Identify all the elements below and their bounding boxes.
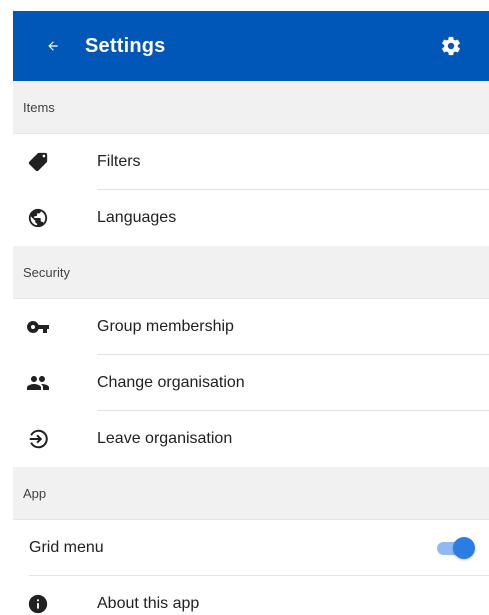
- key-icon: [26, 315, 50, 339]
- settings-item-grid-menu[interactable]: Grid menu: [13, 520, 489, 576]
- grid-menu-toggle[interactable]: [433, 537, 475, 559]
- toggle-thumb: [453, 537, 475, 559]
- settings-item-about[interactable]: About this app: [13, 576, 489, 615]
- people-icon: [26, 371, 50, 395]
- logout-circle-icon: [26, 427, 50, 451]
- settings-item-languages[interactable]: Languages: [13, 190, 489, 246]
- section-header-items: Items: [13, 81, 489, 134]
- back-button[interactable]: [39, 32, 67, 60]
- settings-item-group-membership[interactable]: Group membership: [13, 299, 489, 355]
- gear-icon: [442, 36, 460, 56]
- tag-icon: [26, 150, 50, 174]
- settings-item-label: Grid menu: [29, 539, 104, 556]
- settings-item-label: About this app: [97, 595, 200, 612]
- settings-item-label: Group membership: [97, 318, 234, 335]
- arrow-left-icon: [48, 41, 58, 51]
- globe-icon: [26, 206, 50, 230]
- settings-item-change-organisation[interactable]: Change organisation: [13, 355, 489, 411]
- settings-item-label: Filters: [97, 153, 141, 170]
- settings-button[interactable]: [437, 32, 465, 60]
- settings-item-label: Change organisation: [97, 374, 245, 391]
- settings-item-filters[interactable]: Filters: [13, 134, 489, 190]
- settings-item-label: Leave organisation: [97, 430, 233, 447]
- section-header-security: Security: [13, 246, 489, 299]
- settings-item-label: Languages: [97, 209, 177, 226]
- page-title: Settings: [85, 34, 166, 57]
- settings-item-leave-organisation[interactable]: Leave organisation: [13, 411, 489, 467]
- settings-screen: Settings Items Filters Languages Securit…: [13, 11, 489, 615]
- info-icon: [26, 592, 50, 615]
- section-header-app: App: [13, 467, 489, 520]
- app-bar: Settings: [13, 11, 489, 81]
